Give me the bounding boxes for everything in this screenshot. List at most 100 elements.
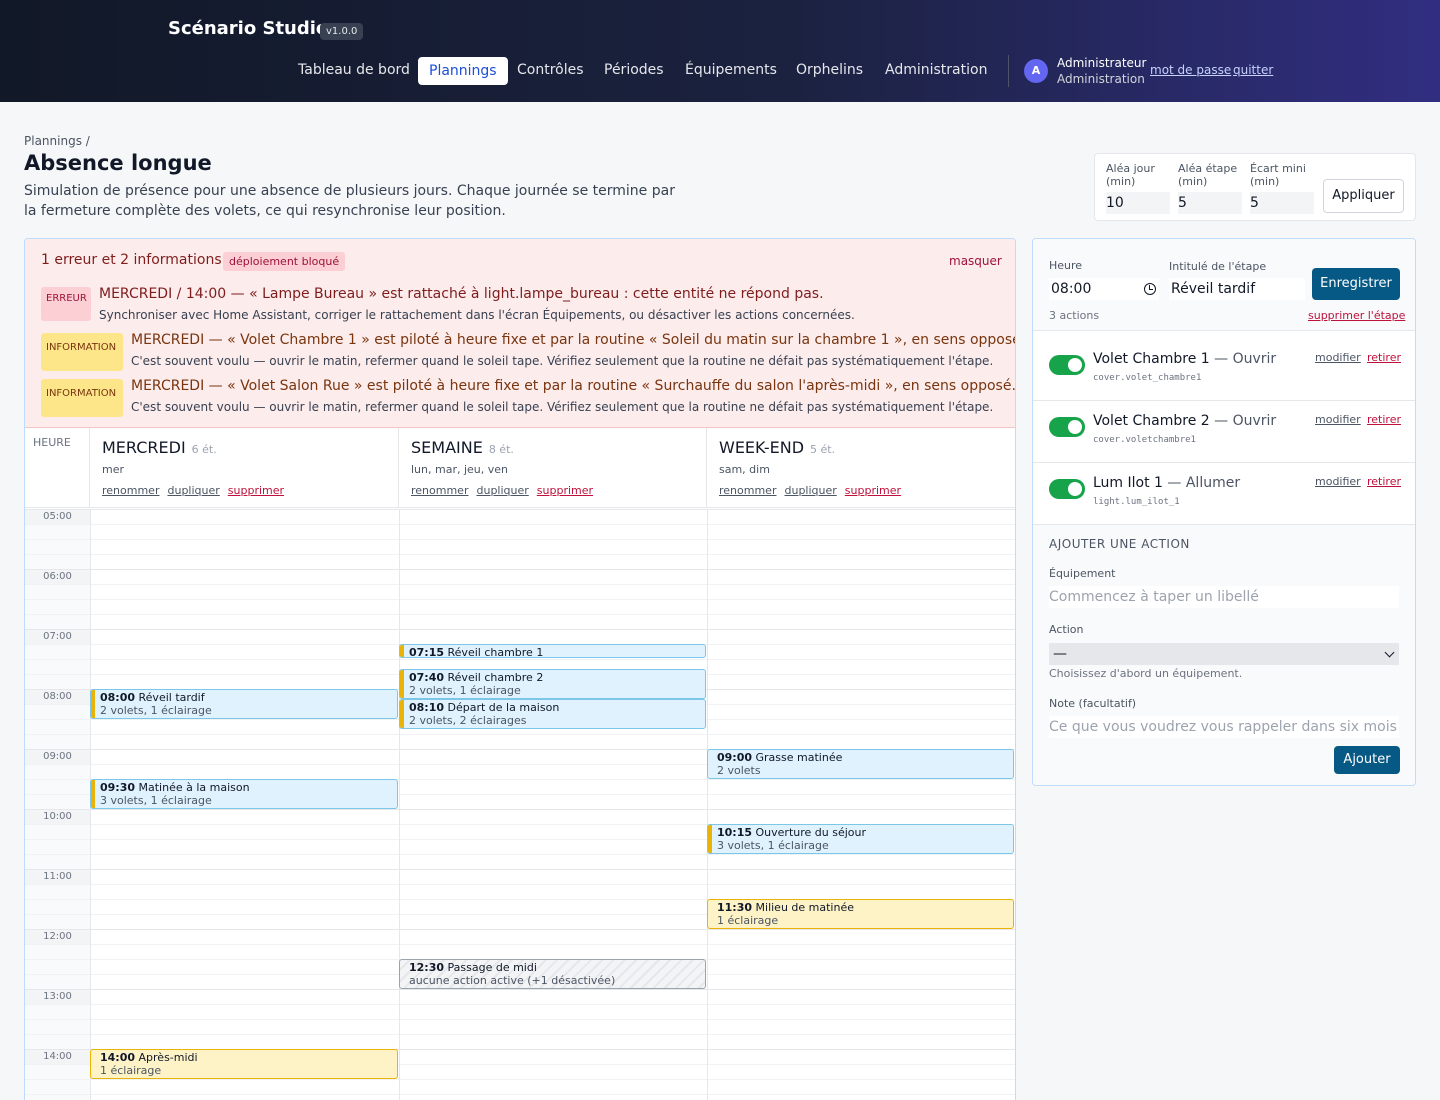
rename-link[interactable]: renommer — [102, 484, 159, 497]
hour-column — [25, 509, 90, 1100]
delete-step-link[interactable]: supprimer l'étape — [1308, 309, 1405, 322]
step-title-input[interactable]: Réveil tardif — [1169, 278, 1305, 300]
day-column-week-end: WEEK-END 5 ét. sam, dim renommer dupliquer… — [707, 428, 1015, 508]
modify-action-link[interactable]: modifier — [1315, 351, 1361, 364]
schedule-step[interactable]: 07:40 Réveil chambre 22 volets, 1 éclair… — [399, 669, 706, 699]
remove-action-link[interactable]: retirer — [1367, 413, 1401, 426]
step-time: 07:15 — [409, 646, 445, 658]
save-button[interactable]: Enregistrer — [1312, 268, 1400, 300]
step-time: 07:40 — [409, 671, 445, 684]
nav-plannings[interactable]: Plannings — [418, 57, 508, 85]
day-actions: renommer dupliquer supprimer — [411, 484, 694, 497]
step-title: Grasse matinée — [755, 751, 843, 764]
equipment-input[interactable]: Commencez à taper un libellé — [1049, 586, 1399, 608]
step-time: 09:30 — [100, 781, 136, 794]
action-row: Lum Ilot 1 — Allumer light.lum_ilot_1 mo… — [1033, 463, 1415, 525]
param-label: Aléa étape (min) — [1178, 162, 1238, 188]
day-column-semaine: SEMAINE 8 ét. lun, mar, jeu, ven renommer… — [399, 428, 707, 508]
note-label: Note (facultatif) — [1049, 697, 1137, 710]
step-count: 6 ét. — [191, 443, 217, 456]
clock-icon[interactable] — [1144, 283, 1156, 295]
schedule-step[interactable]: 09:30 Matinée à la maison 3 volets, 1 écl… — [90, 779, 398, 809]
step-title: Matinée à la maison — [138, 781, 250, 794]
half-hour-gridline — [25, 539, 1015, 540]
param-alea-etape: Aléa étape (min) 5 — [1178, 162, 1242, 214]
nav-periodes[interactable]: Périodes — [594, 57, 674, 85]
apply-button[interactable]: Appliquer — [1323, 179, 1404, 213]
action-enabled-toggle[interactable] — [1049, 479, 1085, 499]
rename-link[interactable]: renommer — [411, 484, 468, 497]
schedule-step[interactable]: 11:30 Milieu de matinée 1 éclairage — [707, 899, 1014, 929]
remove-action-link[interactable]: retirer — [1367, 475, 1401, 488]
quarter-gridline — [25, 554, 1015, 555]
schedule-step[interactable]: 07:15 Réveil chambre 1 — [399, 644, 706, 658]
schedule-step[interactable]: 08:10 Départ de la maison 2 volets, 2 écl… — [399, 699, 706, 729]
duplicate-link[interactable]: dupliquer — [476, 484, 528, 497]
half-hour-gridline — [25, 1019, 1015, 1020]
step-title: Passage de midi — [447, 961, 537, 974]
quarter-gridline — [25, 1004, 1015, 1005]
add-action-button[interactable]: Ajouter — [1334, 746, 1400, 774]
step-time: 14:00 — [100, 1051, 136, 1064]
step-summary: 2 volets, 1 éclairage — [100, 704, 212, 717]
hour-label: 13:00 — [25, 990, 90, 1004]
delete-day-link[interactable]: supprimer — [845, 484, 901, 497]
step-summary: 2 volets — [717, 764, 761, 777]
quarter-gridline — [25, 884, 1015, 885]
step-time: 12:30 — [409, 961, 445, 974]
delete-day-link[interactable]: supprimer — [228, 484, 284, 497]
half-hour-gridline — [25, 659, 1015, 660]
action-hint: Choisissez d'abord un équipement. — [1049, 667, 1243, 680]
nav-controles[interactable]: Contrôles — [507, 57, 594, 85]
note-input[interactable]: Ce que vous voudrez vous rappeler dans s… — [1049, 716, 1399, 738]
nav-administration[interactable]: Administration — [875, 57, 997, 85]
nav-orphelins[interactable]: Orphelins — [786, 57, 873, 85]
hour-gridline — [25, 989, 1015, 990]
info-hint: C'est souvent voulu — ouvrir le matin, r… — [131, 400, 994, 414]
hour-label: 14:00 — [25, 1050, 90, 1064]
entity-id: cover.voletchambre1 — [1093, 435, 1196, 445]
quarter-gridline — [25, 1034, 1015, 1035]
step-summary: 1 éclairage — [717, 914, 779, 927]
schedule-step[interactable]: 12:30 Passage de midi aucune action activ… — [399, 959, 706, 989]
schedule-step[interactable]: 08:00 Réveil tardif 2 volets, 1 éclairage — [90, 689, 398, 719]
action-enabled-toggle[interactable] — [1049, 355, 1085, 375]
nav-equipements[interactable]: Équipements — [675, 57, 787, 85]
modify-action-link[interactable]: modifier — [1315, 475, 1361, 488]
param-label: Aléa jour (min) — [1106, 162, 1155, 188]
step-title: Ouverture du séjour — [755, 826, 867, 839]
ecart-mini-input[interactable]: 5 — [1250, 192, 1314, 214]
hour-label: 11:00 — [25, 870, 90, 884]
action-verb: — Ouvrir — [1214, 351, 1277, 367]
hour-label: 06:00 — [25, 570, 90, 584]
quit-link[interactable]: quitter — [1233, 63, 1273, 77]
quarter-gridline — [25, 524, 1015, 525]
remove-action-link[interactable]: retirer — [1367, 351, 1401, 364]
alea-jour-input[interactable]: 10 — [1106, 192, 1170, 214]
password-link[interactable]: mot de passe — [1150, 63, 1231, 77]
duplicate-link[interactable]: dupliquer — [784, 484, 836, 497]
schedule-step[interactable]: 14:00 Après-midi 1 éclairage — [90, 1049, 398, 1079]
half-hour-gridline — [25, 599, 1015, 600]
breadcrumb[interactable]: Plannings / — [24, 134, 90, 148]
alea-etape-input[interactable]: 5 — [1178, 192, 1242, 214]
equipment-name: Volet Chambre 1 — [1093, 351, 1210, 367]
nav-tableau-de-bord[interactable]: Tableau de bord — [288, 57, 420, 85]
hide-alert-link[interactable]: masquer — [949, 254, 1002, 268]
delete-day-link[interactable]: supprimer — [537, 484, 593, 497]
hour-input[interactable]: 08:00 — [1049, 278, 1159, 300]
user-role: Administration — [1057, 72, 1145, 86]
schedule-step[interactable]: 10:15 Ouverture du séjour 3 volets, 1 écl… — [707, 824, 1014, 854]
version-badge: v1.0.0 — [320, 23, 364, 40]
duplicate-link[interactable]: dupliquer — [167, 484, 219, 497]
schedule-step[interactable]: 09:00 Grasse matinée 2 volets — [707, 749, 1014, 779]
rename-link[interactable]: renommer — [719, 484, 776, 497]
action-enabled-toggle[interactable] — [1049, 417, 1085, 437]
app-brand[interactable]: Scénario Studio — [168, 18, 328, 39]
entity-id: cover.volet_chambre1 — [1093, 373, 1202, 383]
equipment-label: Équipement — [1049, 567, 1116, 580]
action-select[interactable]: — — [1049, 643, 1399, 665]
modify-action-link[interactable]: modifier — [1315, 413, 1361, 426]
column-divider — [707, 509, 708, 1100]
step-title: Après-midi — [138, 1051, 198, 1064]
